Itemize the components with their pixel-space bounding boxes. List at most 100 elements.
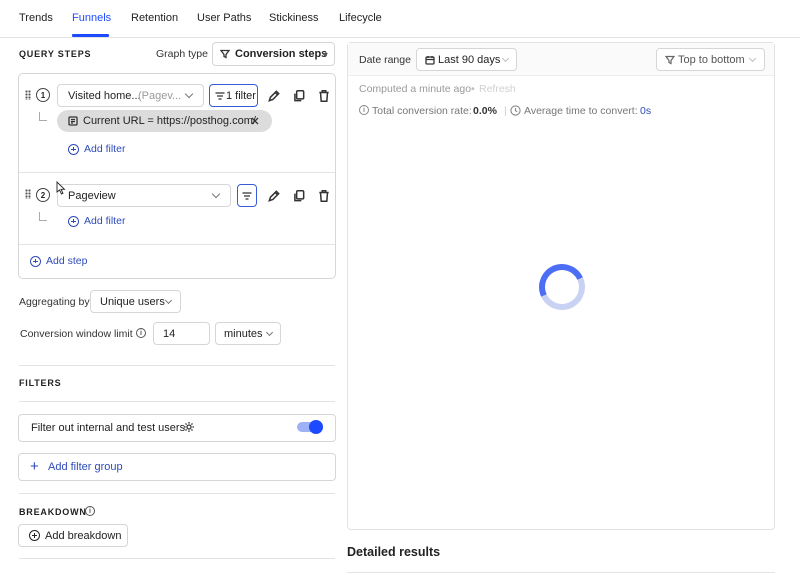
info-icon: i xyxy=(85,506,95,516)
step-1-property-filter[interactable]: Current URL = https://posthog.com/ xyxy=(57,110,272,132)
chevron-down-icon xyxy=(265,328,274,337)
chevron-down-icon xyxy=(501,54,510,63)
section-divider xyxy=(19,558,335,559)
filter-lines-icon xyxy=(215,92,225,100)
gear-icon[interactable] xyxy=(183,421,195,433)
add-step-button[interactable]: Add step xyxy=(30,255,87,267)
step-1-filter-text: Current URL = https://posthog.com/ xyxy=(83,115,256,127)
add-breakdown-label: Add breakdown xyxy=(45,530,122,542)
funnel-icon xyxy=(665,55,675,65)
chevron-down-icon xyxy=(211,189,221,199)
step-2-filter-toggle[interactable] xyxy=(237,184,257,207)
copy-icon[interactable] xyxy=(292,89,306,103)
info-icon: i xyxy=(136,328,146,338)
aggregating-value: Unique users xyxy=(100,296,165,308)
tab-stickiness[interactable]: Stickiness xyxy=(269,12,319,24)
step-2-event-select[interactable]: Pageview xyxy=(57,184,231,207)
insight-type-tabs: Trends Funnels Retention User Paths Stic… xyxy=(0,0,800,38)
internal-users-filter-label: Filter out internal and test users xyxy=(31,422,186,434)
step-1-filter-toggle[interactable]: 1 filter xyxy=(209,84,258,107)
clock-icon xyxy=(510,105,521,116)
conversion-window-input[interactable]: 14 xyxy=(153,322,210,345)
query-steps-title: QUERY STEPS xyxy=(19,49,92,59)
total-conversion-label: Total conversion rate: xyxy=(372,105,472,117)
tab-user-paths[interactable]: User Paths xyxy=(197,12,251,24)
graph-type-value: Conversion steps xyxy=(235,48,328,60)
section-divider xyxy=(19,493,335,494)
detailed-results-title: Detailed results xyxy=(347,545,441,559)
add-filter-label: Add filter xyxy=(84,143,126,155)
copy-icon[interactable] xyxy=(292,189,306,203)
aggregating-label: Aggregating by xyxy=(19,296,90,308)
pencil-icon[interactable] xyxy=(267,89,281,103)
internal-users-filter-row: Filter out internal and test users xyxy=(18,414,336,442)
step-divider xyxy=(19,172,335,173)
step-order-value: Top to bottom xyxy=(678,54,745,66)
tab-retention[interactable]: Retention xyxy=(131,12,178,24)
dot-separator: • xyxy=(471,83,475,95)
avg-time-label: Average time to convert: xyxy=(524,105,638,117)
info-icon: i xyxy=(359,105,369,115)
plus-circle-icon xyxy=(30,255,41,267)
filter-lines-icon xyxy=(242,192,252,200)
detailed-results-divider xyxy=(347,572,775,573)
calendar-icon xyxy=(425,56,435,65)
separator: | xyxy=(504,105,507,117)
total-conversion-value: 0.0% xyxy=(473,105,497,117)
date-range-label: Date range xyxy=(359,54,411,66)
avg-time-value: 0s xyxy=(640,105,652,117)
step-1-event-name: Visited home... xyxy=(68,90,141,102)
conversion-window-unit: minutes xyxy=(224,328,263,340)
breakdown-title: BREAKDOWN xyxy=(19,507,87,517)
add-step-divider xyxy=(19,244,335,245)
graph-type-select[interactable]: Conversion steps xyxy=(212,42,335,66)
funnel-icon xyxy=(220,49,230,59)
pencil-icon[interactable] xyxy=(267,189,281,203)
add-filter-group-button[interactable]: + Add filter group xyxy=(18,453,336,481)
plus-circle-icon xyxy=(29,530,40,541)
refresh-link[interactable]: Refresh xyxy=(479,83,516,95)
conversion-window-unit-select[interactable]: minutes xyxy=(215,322,281,345)
step-1-add-filter[interactable]: Add filter xyxy=(68,143,125,155)
active-tab-indicator xyxy=(72,34,109,37)
date-range-value: Last 90 days xyxy=(438,54,501,66)
conversion-window-label: Conversion window limit xyxy=(20,328,133,340)
trash-icon[interactable] xyxy=(317,89,331,103)
step-2-add-filter[interactable]: Add filter xyxy=(68,215,125,227)
add-filter-group-label: Add filter group xyxy=(48,461,123,473)
step-2-event-name: Pageview xyxy=(68,190,116,202)
chevron-down-icon xyxy=(184,89,194,99)
step-1-filter-count: 1 filter xyxy=(226,90,256,102)
tab-lifecycle[interactable]: Lifecycle xyxy=(339,12,382,24)
add-filter-label: Add filter xyxy=(84,215,126,227)
drag-handle-icon[interactable] xyxy=(25,189,31,199)
filters-title: FILTERS xyxy=(19,378,62,388)
internal-users-toggle-knob[interactable] xyxy=(309,420,323,434)
mouse-cursor-icon xyxy=(56,181,66,195)
section-divider xyxy=(19,401,335,402)
step-number: 2 xyxy=(36,188,50,202)
section-divider xyxy=(19,365,335,366)
chevron-down-icon xyxy=(748,54,757,63)
add-breakdown-button[interactable]: Add breakdown xyxy=(18,524,128,547)
add-step-label: Add step xyxy=(46,255,88,267)
page-icon xyxy=(68,116,78,126)
graph-type-label: Graph type xyxy=(156,48,208,60)
step-1-event-select[interactable]: Visited home... (Pagev... xyxy=(57,84,204,107)
conversion-window-value: 14 xyxy=(163,328,176,340)
step-1-event-sub: (Pagev... xyxy=(138,90,182,102)
trash-icon[interactable] xyxy=(317,189,331,203)
plus-icon: + xyxy=(30,458,39,475)
plus-circle-icon xyxy=(68,215,79,227)
tab-trends[interactable]: Trends xyxy=(19,12,53,24)
drag-handle-icon[interactable] xyxy=(25,90,31,100)
plus-circle-icon xyxy=(68,143,79,155)
step-order-select[interactable]: Top to bottom xyxy=(656,48,765,71)
aggregating-select[interactable]: Unique users xyxy=(90,290,181,313)
chevron-down-icon xyxy=(164,296,173,305)
computed-time: Computed a minute ago xyxy=(359,83,472,95)
close-icon[interactable] xyxy=(251,117,259,125)
date-range-select[interactable]: Last 90 days xyxy=(416,48,517,71)
tree-connector xyxy=(39,112,47,121)
tab-funnels[interactable]: Funnels xyxy=(72,12,111,24)
